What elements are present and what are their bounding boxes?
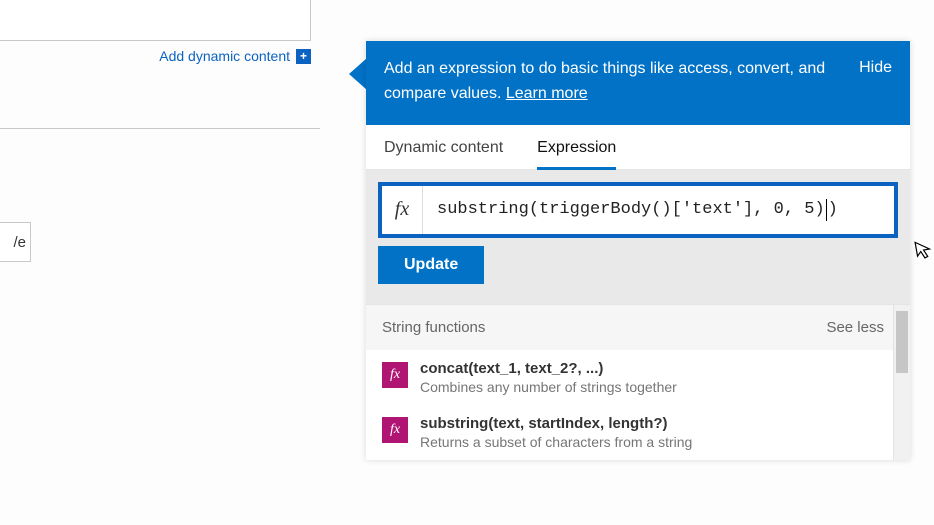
fx-badge-icon xyxy=(382,417,408,443)
plus-icon: + xyxy=(296,49,311,64)
function-signature: substring(text, startIndex, length?) xyxy=(420,415,692,432)
functions-scroll-area: String functions See less concat(text_1,… xyxy=(366,304,910,460)
scrollbar[interactable] xyxy=(893,305,910,460)
tab-expression[interactable]: Expression xyxy=(537,139,616,169)
divider xyxy=(0,128,320,129)
hide-button[interactable]: Hide xyxy=(859,57,892,107)
expression-panel: Add an expression to do basic things lik… xyxy=(366,41,910,460)
fx-badge-icon xyxy=(382,362,408,388)
function-description: Returns a subset of characters from a st… xyxy=(420,434,692,450)
add-dynamic-content-label: Add dynamic content xyxy=(159,48,290,64)
function-description: Combines any number of strings together xyxy=(420,379,677,395)
fx-icon: fx xyxy=(382,186,423,234)
function-item-substring[interactable]: substring(text, startIndex, length?) Ret… xyxy=(366,405,910,460)
scrollbar-thumb[interactable] xyxy=(896,311,908,373)
expression-editor-zone: fx substring(triggerBody()['text'], 0, 5… xyxy=(366,170,910,304)
save-button-fragment[interactable]: /e xyxy=(0,222,31,262)
callout-arrow-icon xyxy=(349,58,367,90)
expression-input[interactable]: substring(triggerBody()['text'], 0, 5)) xyxy=(423,199,894,221)
banner-text: Add an expression to do basic things lik… xyxy=(384,57,847,107)
function-item-concat[interactable]: concat(text_1, text_2?, ...) Combines an… xyxy=(366,350,910,405)
update-button[interactable]: Update xyxy=(378,246,484,284)
info-banner: Add an expression to do basic things lik… xyxy=(366,41,910,125)
text-caret xyxy=(826,199,827,221)
section-header-string-functions: String functions See less xyxy=(366,305,910,350)
see-less-button[interactable]: See less xyxy=(826,319,884,336)
input-box-fragment[interactable] xyxy=(0,0,311,41)
tab-dynamic-content[interactable]: Dynamic content xyxy=(384,139,503,169)
tab-bar: Dynamic content Expression xyxy=(366,125,910,170)
add-dynamic-content-link[interactable]: Add dynamic content + xyxy=(0,48,311,64)
learn-more-link[interactable]: Learn more xyxy=(506,85,588,102)
function-signature: concat(text_1, text_2?, ...) xyxy=(420,360,677,377)
cursor-icon xyxy=(914,239,934,266)
expression-input-wrapper: fx substring(triggerBody()['text'], 0, 5… xyxy=(378,182,898,238)
section-title: String functions xyxy=(382,319,485,336)
